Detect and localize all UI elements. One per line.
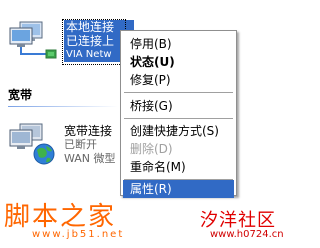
watermark-left-title: 脚本之家 (4, 202, 117, 232)
broadband-connection-text: 宽带连接 已断开 WAN 微型 (64, 124, 124, 166)
connection2-name: 宽带连接 (64, 124, 113, 138)
network-connection-icon[interactable] (8, 18, 60, 64)
broadband-connection-icon[interactable] (8, 122, 60, 168)
menu-item-disable[interactable]: 停用(B) (123, 35, 234, 53)
watermark-right-url: www.h0724.cn (210, 229, 284, 240)
watermark-left-url: www.jb51.net (32, 229, 125, 240)
menu-item-delete: 删除(D) (130, 142, 173, 156)
menu-separator (124, 92, 233, 93)
menu-item-rename[interactable]: 重命名(M) (123, 158, 234, 176)
menu-item-create-shortcut[interactable]: 创建快捷方式(S) (123, 122, 234, 140)
menu-item-status[interactable]: 状态(U) (123, 53, 234, 71)
connection2-status: 已断开 (64, 138, 97, 151)
menu-item-bridge[interactable]: 桥接(G) (123, 97, 234, 115)
menu-item-properties[interactable]: 属性(R) (123, 180, 234, 198)
section-divider (8, 106, 118, 107)
network-connections-window: 本地连接 已连接上 VIA Netw 宽带 宽带连接 已断开 WAN 微型 停用… (0, 0, 295, 248)
menu-item-repair[interactable]: 修复(P) (123, 71, 234, 89)
context-menu: 停用(B) 状态(U) 修复(P) 桥接(G) 创建快捷方式(S) 删除(D) … (120, 30, 237, 198)
connection2-device: WAN 微型 (64, 152, 116, 165)
menu-separator (124, 118, 233, 119)
broadband-section-title: 宽带 (8, 88, 33, 102)
